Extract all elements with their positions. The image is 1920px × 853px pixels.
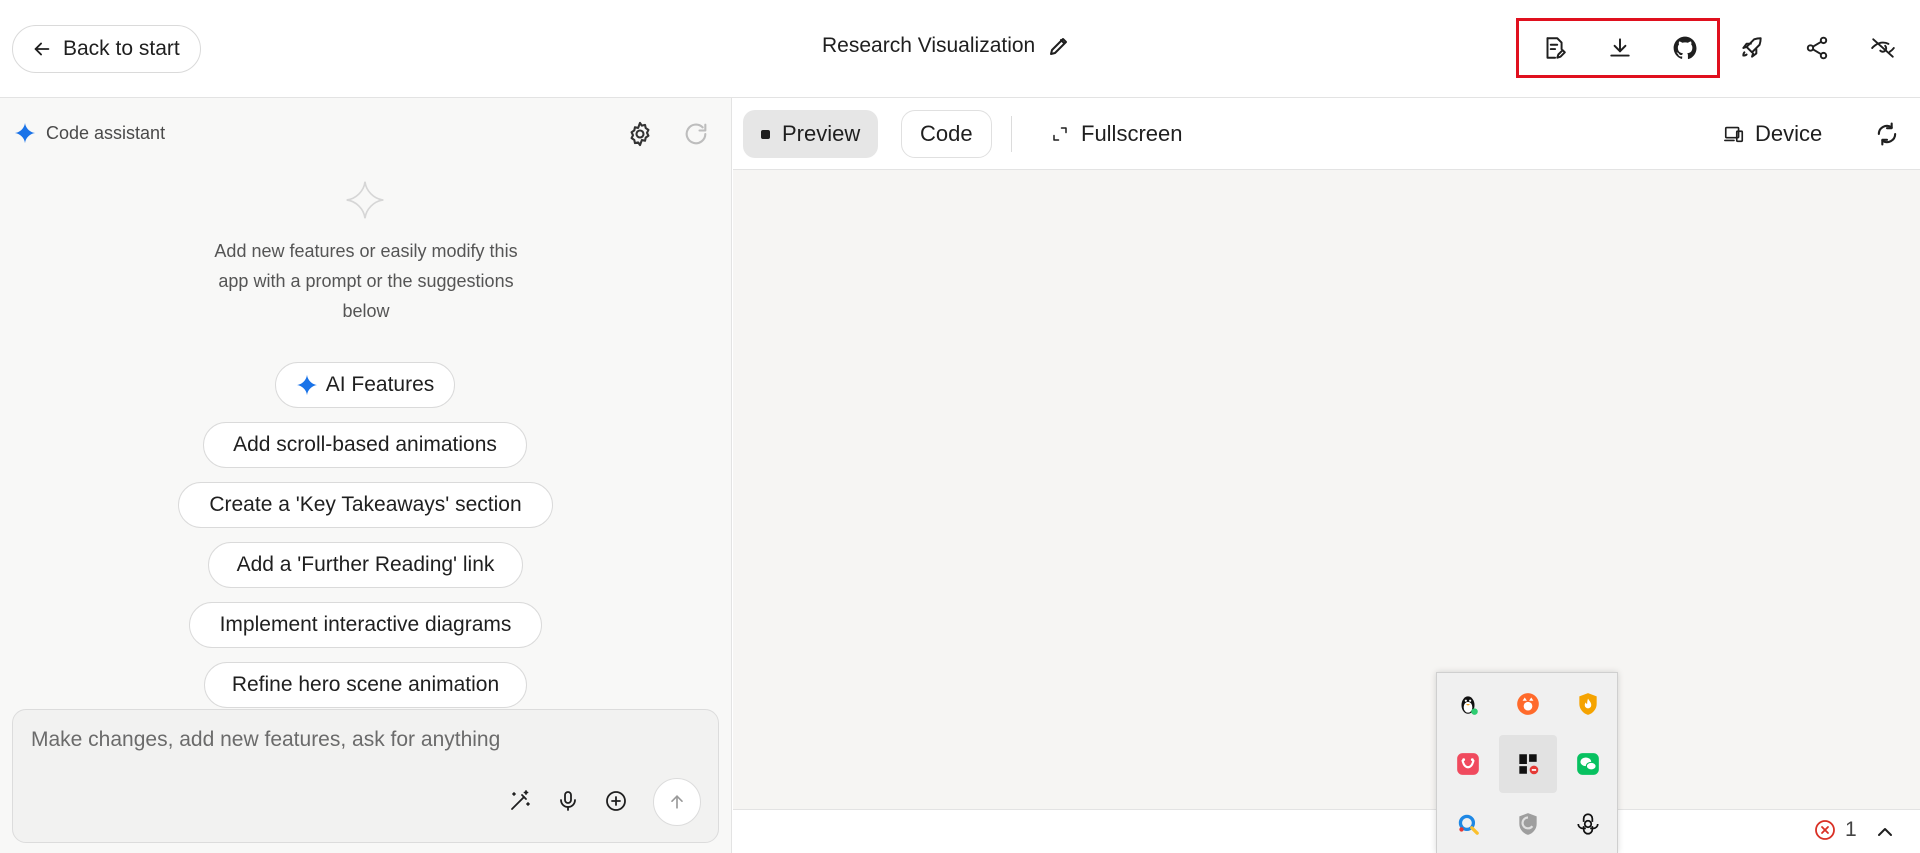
openai-icon	[1577, 813, 1599, 835]
sparkle-icon	[296, 374, 317, 396]
document-edit-icon	[1546, 37, 1566, 59]
chevron-up-icon[interactable]	[1873, 820, 1897, 844]
suggestion-label: Refine hero scene animation	[231, 673, 500, 696]
system-tray-overflow	[1436, 672, 1618, 853]
plus-circle-icon	[606, 791, 626, 811]
refresh-icon[interactable]	[682, 120, 710, 148]
status-bar: 1	[733, 809, 1920, 853]
sparkle-outline-icon	[346, 181, 384, 219]
microphone-icon	[560, 791, 576, 811]
suggestion-label: Create a 'Key Takeaways' section	[209, 493, 522, 516]
wechat-icon	[1577, 753, 1599, 775]
tab-preview[interactable]: Preview	[743, 110, 879, 158]
fire-shield-icon	[1579, 693, 1597, 715]
suggestion-chip[interactable]: Add scroll-based animations	[203, 422, 527, 468]
microphone-button[interactable]	[553, 786, 583, 816]
suggestion-chip[interactable]: Create a 'Key Takeaways' section	[178, 482, 553, 528]
cat-icon	[1517, 693, 1539, 715]
rocket-icon	[1742, 37, 1762, 58]
magic-wand-button[interactable]	[505, 786, 535, 816]
tab-code-label: Code	[920, 121, 973, 146]
prompt-input[interactable]	[31, 728, 691, 768]
tray-item-shield[interactable]	[1499, 795, 1557, 853]
suggestion-label: Implement interactive diagrams	[219, 613, 512, 636]
github-icon	[1673, 36, 1697, 60]
assistant-header: Code assistant	[14, 122, 165, 144]
fullscreen-button[interactable]: Fullscreen	[1051, 110, 1182, 158]
magic-wand-icon	[511, 790, 530, 810]
suggestion-chip[interactable]: Implement interactive diagrams	[189, 602, 542, 648]
tray-item-search-tool[interactable]	[1439, 795, 1497, 853]
code-assistant-panel: Code assistant Add new features or easil…	[0, 98, 732, 853]
tab-preview-label: Preview	[782, 121, 861, 146]
grey-shield-icon	[1519, 813, 1537, 835]
tray-item-qq[interactable]	[1439, 675, 1497, 733]
tray-item-chatgpt[interactable]	[1559, 795, 1617, 853]
hide-button[interactable]	[1868, 33, 1898, 63]
device-label: Device	[1755, 121, 1823, 146]
save-edit-button[interactable]	[1539, 33, 1569, 63]
toolbar-divider	[1011, 116, 1012, 152]
suggestion-chip[interactable]: Add a 'Further Reading' link	[208, 542, 523, 588]
suggestion-label: Add a 'Further Reading' link	[236, 553, 495, 576]
assistant-intro-text: Add new features or easily modify this a…	[214, 241, 518, 321]
top-bar: Back to start Research Visualization	[0, 0, 1920, 98]
preview-panel: Preview Code Fullscreen Device 1	[733, 98, 1920, 853]
app-title-group: Research Visualization	[822, 34, 1071, 58]
tray-item-fire-shield[interactable]	[1559, 675, 1617, 733]
suggestion-chip[interactable]: Refine hero scene animation	[204, 662, 527, 708]
settings-gear-icon[interactable]	[626, 120, 654, 148]
suggestion-chip-ai-features[interactable]: AI Features	[275, 362, 455, 408]
active-dot-icon	[761, 129, 770, 139]
penguin-icon	[1461, 696, 1478, 715]
expand-icon	[1053, 127, 1067, 141]
magnifier-icon	[1458, 814, 1479, 835]
github-button[interactable]	[1670, 33, 1700, 63]
arrow-up-icon	[671, 795, 683, 809]
rotate-icon[interactable]	[1873, 120, 1901, 148]
tray-item-orange-cat[interactable]	[1499, 675, 1557, 733]
blocks-icon	[1519, 754, 1539, 775]
pencil-icon[interactable]	[1047, 34, 1071, 58]
prompt-input-box	[12, 709, 719, 843]
error-circle-icon	[1815, 820, 1835, 840]
tray-item-wechat[interactable]	[1559, 735, 1617, 793]
error-count: 1	[1845, 818, 1857, 841]
error-indicator[interactable]: 1	[1813, 818, 1857, 842]
back-to-start-button[interactable]: Back to start	[12, 25, 201, 73]
deploy-button[interactable]	[1737, 33, 1767, 63]
download-button[interactable]	[1605, 33, 1635, 63]
tray-item-blocks-app[interactable]	[1499, 735, 1557, 793]
eye-off-icon	[1871, 38, 1895, 58]
add-attachment-button[interactable]	[601, 786, 631, 816]
suggestion-label: AI Features	[325, 373, 435, 396]
device-icon	[1724, 126, 1744, 143]
suggestion-label: Add scroll-based animations	[233, 433, 497, 456]
page-title: Research Visualization	[822, 34, 1036, 57]
share-icon	[1806, 36, 1828, 60]
send-button[interactable]	[653, 778, 701, 826]
tab-code[interactable]: Code	[901, 110, 992, 158]
sparkle-icon	[14, 122, 36, 144]
share-button[interactable]	[1802, 33, 1832, 63]
device-button[interactable]: Device	[1723, 110, 1822, 158]
fullscreen-label: Fullscreen	[1081, 121, 1183, 146]
arrow-left-icon	[34, 42, 50, 56]
assistant-label: Code assistant	[46, 122, 166, 143]
pink-app-icon	[1457, 753, 1479, 775]
tray-item-pink-app[interactable]	[1439, 735, 1497, 793]
download-icon	[1610, 38, 1630, 57]
back-to-start-label: Back to start	[63, 37, 180, 60]
preview-toolbar: Preview Code Fullscreen Device	[733, 98, 1920, 170]
